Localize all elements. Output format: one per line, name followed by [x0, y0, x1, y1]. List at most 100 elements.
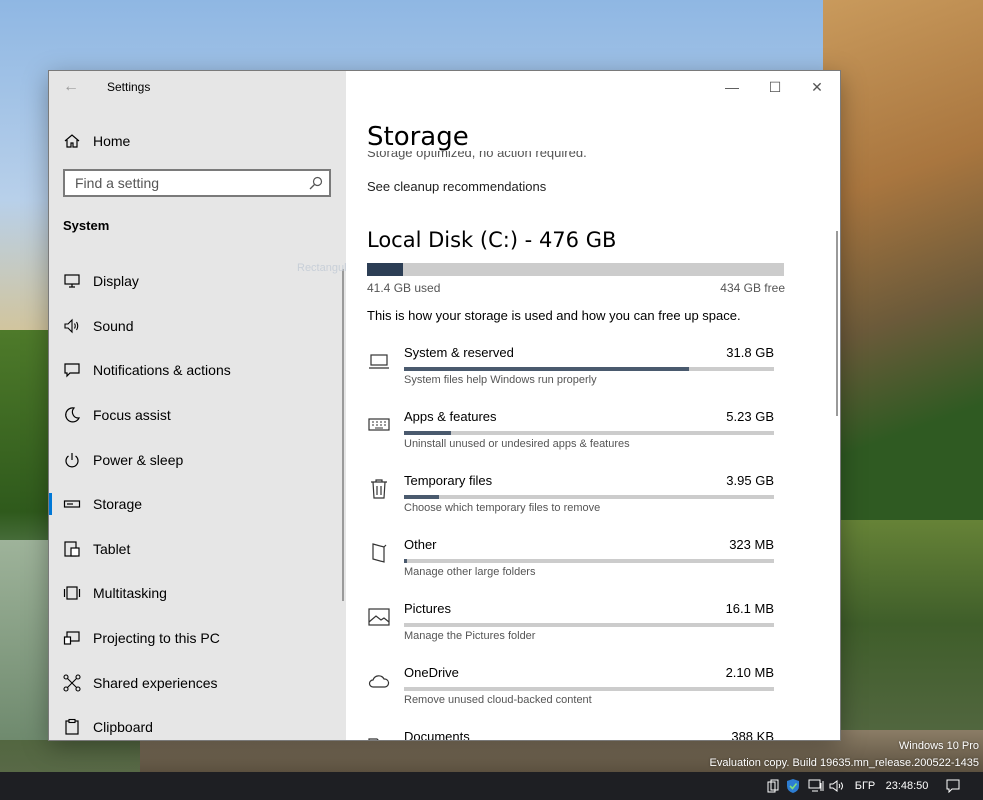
sidebar-item-tablet[interactable]: Tablet [49, 527, 346, 572]
sidebar-item-notifications[interactable]: Notifications & actions [49, 348, 346, 393]
desktop-cliff [823, 0, 983, 520]
minimize-button[interactable]: — [720, 77, 744, 97]
category-bar-fill [404, 367, 689, 371]
clipboard-icon [65, 719, 79, 735]
category-pictures[interactable]: Pictures 16.1 MB Manage the Pictures fol… [367, 599, 777, 663]
windows-security-icon[interactable] [784, 772, 802, 800]
content-scrollbar[interactable] [836, 231, 838, 416]
notifications-icon [64, 363, 80, 378]
sidebar-item-multitasking[interactable]: Multitasking [49, 571, 346, 616]
search-input[interactable]: Find a setting [63, 169, 331, 197]
category-name: OneDrive [404, 665, 459, 680]
category-hint: Choose which temporary files to remove [404, 502, 601, 514]
category-name: Other [404, 537, 437, 552]
sidebar-item-projecting[interactable]: Projecting to this PC [49, 616, 346, 661]
category-system-reserved[interactable]: System & reserved 31.8 GB System files h… [367, 343, 777, 407]
sidebar-item-label: Sound [93, 317, 134, 334]
disk-used-label: 41.4 GB used [367, 281, 441, 295]
taskbar: БГР 23:48:50 [0, 772, 983, 800]
sidebar-item-label: Display [93, 273, 139, 290]
sidebar: ← Settings Home Find a setting System Di… [49, 71, 346, 740]
sidebar-item-label: Power & sleep [93, 451, 184, 468]
storage-icon [63, 500, 81, 508]
sidebar-scrollbar[interactable] [342, 269, 344, 601]
maximize-button[interactable]: ☐ [763, 77, 787, 97]
tablet-icon [64, 541, 80, 557]
category-size: 16.1 MB [725, 601, 774, 616]
category-size: 2.10 MB [725, 665, 774, 680]
category-other[interactable]: Other 323 MB Manage other large folders [367, 535, 777, 599]
storage-description: This is how your storage is used and how… [367, 308, 741, 323]
sidebar-item-label: Projecting to this PC [93, 630, 220, 647]
sidebar-item-power-sleep[interactable]: Power & sleep [49, 437, 346, 482]
sidebar-item-shared-experiences[interactable]: Shared experiences [49, 660, 346, 705]
sidebar-item-storage[interactable]: Storage [49, 482, 346, 527]
category-size: 31.8 GB [726, 345, 774, 360]
category-bar [404, 687, 774, 691]
input-language-indicator[interactable]: БГР [852, 772, 878, 800]
display-icon [64, 274, 80, 288]
sidebar-section-heading: System [63, 218, 110, 233]
category-bar [404, 559, 774, 563]
laptop-icon [369, 354, 389, 369]
watermark-edition: Windows 10 Pro [898, 740, 979, 752]
category-name: Temporary files [404, 473, 493, 488]
sidebar-item-label: Clipboard [93, 719, 153, 736]
documents-icon [368, 738, 379, 740]
cloud-icon [368, 675, 390, 688]
category-bar [404, 431, 774, 435]
sound-icon [64, 318, 79, 334]
cleanup-recommendations-link[interactable]: See cleanup recommendations [367, 179, 546, 194]
watermark-build: Evaluation copy. Build 19635.mn_release.… [709, 757, 980, 769]
action-center-icon[interactable] [942, 772, 964, 800]
category-bar-fill [404, 559, 407, 563]
category-bar [404, 367, 774, 371]
sidebar-item-sound[interactable]: Sound [49, 304, 346, 349]
power-icon [65, 452, 79, 468]
category-bar-fill [404, 495, 440, 499]
sidebar-item-home[interactable]: Home [63, 129, 130, 153]
home-icon [64, 134, 80, 148]
category-onedrive[interactable]: OneDrive 2.10 MB Remove unused cloud-bac… [367, 663, 777, 727]
category-hint: Manage the Pictures folder [404, 630, 536, 642]
page-title: Storage [367, 122, 469, 152]
projecting-icon [63, 631, 80, 645]
back-arrow-icon[interactable]: ← [63, 77, 79, 97]
category-size: 5.23 GB [726, 409, 774, 424]
category-temporary-files[interactable]: Temporary files 3.95 GB Choose which tem… [367, 471, 777, 535]
shared-experiences-icon [63, 674, 81, 692]
close-button[interactable]: ✕ [805, 77, 829, 97]
sidebar-item-focus-assist[interactable]: Focus assist [49, 393, 346, 438]
storage-status-text: Storage optimized, no action required. [367, 151, 587, 160]
sidebar-item-clipboard[interactable]: Clipboard [49, 705, 346, 740]
window-title: Settings [107, 80, 151, 94]
category-size: 323 MB [729, 537, 774, 552]
disk-free-label: 434 GB free [720, 281, 785, 295]
sidebar-item-label: Shared experiences [93, 674, 218, 691]
clock[interactable]: 23:48:50 [884, 772, 930, 800]
storage-categories: System & reserved 31.8 GB System files h… [367, 343, 777, 740]
other-icon [372, 543, 387, 563]
category-apps-features[interactable]: Apps & features 5.23 GB Uninstall unused… [367, 407, 777, 471]
category-hint: System files help Windows run properly [404, 374, 597, 386]
main-content: — ☐ ✕ Storage Storage optimized, no acti… [346, 71, 840, 740]
category-bar-fill [404, 431, 451, 435]
disk-usage-fill [367, 263, 404, 276]
category-hint: Manage other large folders [404, 566, 536, 578]
settings-window: ← Settings Home Find a setting System Di… [49, 71, 840, 740]
storage-status-clipped: Storage optimized, no action required. [367, 151, 587, 163]
trash-icon [371, 479, 387, 499]
home-label: Home [93, 133, 131, 149]
category-bar [404, 495, 774, 499]
category-bar [404, 623, 774, 627]
volume-icon[interactable] [828, 772, 846, 800]
copy-icon[interactable] [764, 772, 782, 800]
sidebar-item-label: Notifications & actions [93, 362, 231, 379]
disk-title: Local Disk (C:) - 476 GB [367, 228, 617, 252]
disk-usage-bar [367, 263, 784, 276]
category-name: Apps & features [404, 409, 497, 424]
keyboard-icon [368, 418, 390, 431]
category-documents[interactable]: Documents 388 KB [367, 727, 777, 740]
network-icon[interactable] [806, 772, 826, 800]
category-name: System & reserved [404, 345, 514, 360]
